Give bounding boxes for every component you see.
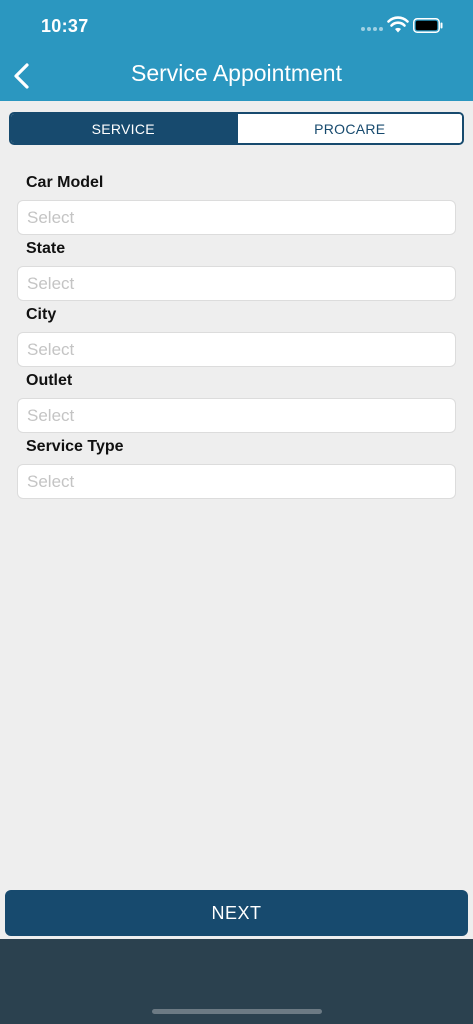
appointment-form: Car Model State City Outlet Service Type xyxy=(17,170,456,500)
state-select[interactable] xyxy=(17,266,456,301)
tab-procare[interactable]: PROCARE xyxy=(235,114,462,143)
outlet-input[interactable] xyxy=(18,399,455,432)
car-model-select[interactable] xyxy=(17,200,456,235)
service-type-label: Service Type xyxy=(26,438,124,455)
battery-icon xyxy=(413,18,443,33)
car-model-input[interactable] xyxy=(18,201,455,234)
segmented-control: SERVICE PROCARE xyxy=(9,112,464,145)
outlet-select[interactable] xyxy=(17,398,456,433)
city-select[interactable] xyxy=(17,332,456,367)
status-icons xyxy=(359,15,449,37)
state-label: State xyxy=(26,240,66,257)
state-input[interactable] xyxy=(18,267,455,300)
home-indicator xyxy=(152,1009,322,1014)
signal-dots-icon xyxy=(361,27,383,31)
car-model-label: Car Model xyxy=(26,174,104,191)
service-type-select[interactable] xyxy=(17,464,456,499)
bottom-bar xyxy=(0,939,473,1024)
outlet-label: Outlet xyxy=(26,372,73,389)
city-label: City xyxy=(26,306,57,323)
app-header: 10:37 Service Appointment xyxy=(0,0,473,101)
service-type-input[interactable] xyxy=(18,465,455,498)
tab-service[interactable]: SERVICE xyxy=(11,114,236,143)
wifi-icon xyxy=(387,16,409,33)
next-button[interactable]: NEXT xyxy=(5,890,468,936)
page-title: Service Appointment xyxy=(131,60,342,86)
status-time: 10:37 xyxy=(41,16,89,36)
city-input[interactable] xyxy=(18,333,455,366)
